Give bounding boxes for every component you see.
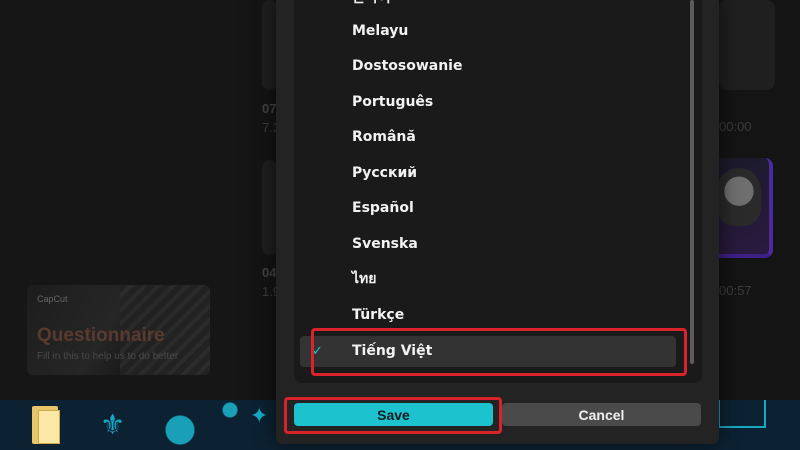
language-option[interactable]: 한국어 [300,0,676,14]
language-option-melayu[interactable]: Melayu [300,16,676,47]
language-list: 한국어 Melayu Dostosowanie Português Română… [294,0,702,383]
language-dialog: 한국어 Melayu Dostosowanie Português Română… [276,0,719,444]
card-duration: 00:00 [719,119,752,134]
taskbar-item[interactable] [718,400,766,428]
wallpaper-ornament-icon: ⚜ [100,408,126,441]
language-option-dostosowanie[interactable]: Dostosowanie [300,51,676,82]
wallpaper-ornament-icon: ✦ [250,404,269,429]
banner-subtitle: Fill in this to help us to do better [37,351,179,362]
cancel-button[interactable]: Cancel [502,403,701,426]
language-option-romana[interactable]: Română [300,122,676,153]
project-card [262,0,277,90]
language-option-espanol[interactable]: Español [300,193,676,224]
language-option-russian[interactable]: Русский [300,158,676,189]
folder-icon[interactable] [28,404,64,446]
checkmark-icon: ✓ [312,344,323,359]
banner-title: Questionnaire [37,325,165,346]
card-title: 04 [262,265,277,280]
project-card [262,160,277,255]
language-option-tieng-viet[interactable]: ✓ Tiếng Việt [300,336,676,367]
card-duration: 00:57 [719,283,752,298]
language-option-thai[interactable]: ไทย [300,264,676,295]
capcut-logo: CapCut [37,294,68,304]
language-option-turkce[interactable]: Türkçe [300,300,676,331]
project-card [719,0,775,90]
language-option-portugues[interactable]: Português [300,87,676,118]
language-option-svenska[interactable]: Svenska [300,229,676,260]
questionnaire-banner[interactable]: CapCut Questionnaire Fill in this to hel… [27,285,210,375]
list-scrollbar[interactable] [690,0,694,364]
screen: 07 7.3 04 1.9 00:00 00:57 CapCut Questio… [0,0,800,450]
save-button[interactable]: Save [294,403,493,426]
card-title: 07 [262,101,277,116]
